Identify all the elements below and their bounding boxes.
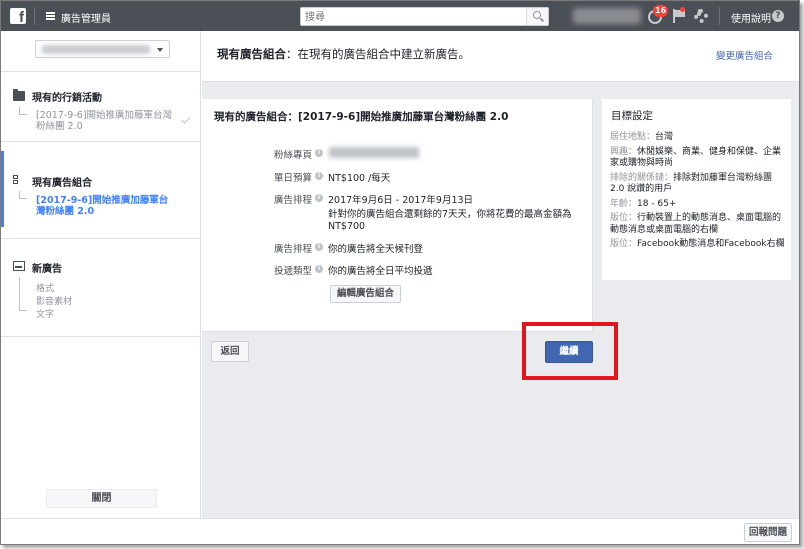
targeting-item: 排除的關係鏈：排除對加藤軍台灣粉絲團 2.0 說讚的用戶 [610, 172, 773, 195]
sidebar-divider [1, 336, 200, 337]
targeting-list: 居住地點：台灣 興趣：休閒娛樂、商業、健身和保健、企業家或購物與時尚 排除的關係… [610, 132, 786, 254]
notification-count-badge: 16 [653, 5, 669, 17]
targeting-panel: 目標設定 居住地點：台灣 興趣：休閒娛樂、商業、健身和保健、企業家或購物與時尚 … [602, 99, 791, 280]
app-window: f 廣告管理員 16 使用說明 ? 現有的行銷活動 [0, 0, 800, 545]
page-title-rest: ：在現有的廣告組合中建立新廣告。 [286, 47, 470, 61]
sidebar-section-campaign[interactable]: 現有的行銷活動 [32, 89, 102, 104]
account-name-blurred[interactable] [573, 8, 641, 24]
sidebar: 現有的行銷活動 [2017-9-6]開始推廣加藤軍台灣粉絲團 2.0 現有廣告組… [1, 31, 201, 518]
flag-icon[interactable] [673, 7, 685, 23]
schedule-value: 2017年9月6日 - 2017年9月13日 [328, 195, 474, 206]
info-icon[interactable]: i [315, 194, 323, 202]
sidebar-section-adset[interactable]: 現有廣告組合 [32, 174, 92, 189]
delivery-label: 廣告排程 [273, 244, 312, 255]
schedule-label: 廣告排程 [273, 195, 312, 206]
sidebar-subitem-format[interactable]: 格式 [36, 281, 54, 294]
topbar-divider [34, 7, 35, 25]
help-icon[interactable]: ? [772, 10, 784, 22]
sidebar-item-campaign[interactable]: [2017-9-6]開始推廣加藤軍台灣粉絲團 2.0 [36, 110, 176, 132]
page-title: 現有廣告組合：在現有的廣告組合中建立新廣告。 [217, 46, 470, 62]
report-problem-button[interactable]: 回報問題 [744, 523, 792, 542]
sidebar-divider [1, 238, 200, 239]
change-adset-link[interactable]: 變更廣告組合 [716, 48, 773, 62]
fanpage-value-blurred [329, 147, 419, 158]
pacing-value: 你的廣告將全日平均投遞 [328, 266, 433, 277]
sidebar-subitem-media[interactable]: 影音素材 [36, 294, 72, 307]
targeting-title: 目標設定 [611, 110, 653, 122]
edit-adset-button[interactable]: 編輯廣告組合 [330, 285, 402, 303]
ad-account-name-blurred [42, 45, 150, 54]
sidebar-divider [1, 71, 200, 72]
targeting-item: 年齡：18 - 65+ [610, 198, 677, 209]
annotation-highlight-box [522, 322, 618, 380]
facebook-logo-icon[interactable]: f [10, 8, 26, 24]
tree-connector [19, 277, 27, 311]
sidebar-subitem-text[interactable]: 文字 [36, 307, 54, 320]
back-button[interactable]: 返回 [211, 341, 249, 362]
help-link[interactable]: 使用說明 [731, 10, 771, 25]
chevron-down-icon [157, 48, 163, 52]
sidebar-divider [1, 141, 200, 142]
targeting-item: 版位：行動裝置上的動態消息、桌面電腦的動態消息或桌面電腦的右欄 [610, 213, 782, 235]
top-bar: f 廣告管理員 16 使用說明 ? [1, 1, 799, 31]
info-icon[interactable]: i [315, 149, 323, 157]
app-title[interactable]: 廣告管理員 [61, 10, 111, 25]
adset-summary-card: 現有的廣告組合：[2017-9-6]開始推廣加藤軍台灣粉絲團 2.0 粉絲專頁 … [202, 99, 593, 332]
sidebar-item-adset[interactable]: [2017-9-6]開始推廣加藤軍台灣粉絲團 2.0 [36, 195, 176, 217]
adset-card-title: 現有的廣告組合：[2017-9-6]開始推廣加藤軍台灣粉絲團 2.0 [214, 111, 509, 123]
search-button[interactable] [526, 8, 548, 25]
main-header: 現有廣告組合：在現有的廣告組合中建立新廣告。 變更廣告組合 [202, 31, 799, 82]
targeting-item: 居住地點：台灣 [610, 132, 674, 142]
info-icon[interactable]: i [315, 243, 323, 251]
gear-icon[interactable] [694, 9, 708, 23]
bottom-bar: 回報問題 [1, 518, 799, 544]
search-icon [533, 11, 541, 19]
new-ad-icon [13, 261, 25, 271]
delivery-value: 你的廣告將全天候刊登 [328, 244, 424, 255]
main-panel: 現有廣告組合：在現有的廣告組合中建立新廣告。 變更廣告組合 現有的廣告組合：[2… [202, 31, 799, 518]
sidebar-section-new-ad[interactable]: 新廣告 [32, 260, 62, 275]
check-icon [180, 114, 191, 124]
hamburger-menu-icon[interactable] [46, 12, 55, 20]
topbar-divider [719, 7, 720, 25]
page-title-bold: 現有廣告組合 [217, 47, 286, 61]
adset-grid-icon [13, 175, 25, 185]
search-input[interactable] [305, 10, 525, 24]
targeting-item: 興趣：休閒娛樂、商業、健身和保健、企業家或購物與時尚 [610, 146, 782, 169]
targeting-item: 版位：Facebook動態消息和Facebook右欄 [610, 239, 785, 249]
active-section-indicator [1, 151, 4, 227]
fanpage-label: 粉絲專頁 [273, 150, 312, 161]
info-icon[interactable]: i [315, 265, 323, 273]
search-box[interactable] [300, 7, 549, 26]
tree-connector [19, 191, 27, 199]
budget-value: NT$100 /每天 [328, 173, 391, 184]
flag-alert-dot [680, 7, 685, 12]
schedule-note: 針對你的廣告組合還剩餘的7天天，你將花費的最高金額為 NT$700 [328, 209, 572, 232]
pacing-label: 投遞類型 [273, 266, 312, 277]
ad-account-select[interactable] [35, 40, 170, 58]
info-icon[interactable]: i [315, 172, 323, 180]
tree-connector [19, 107, 27, 115]
folder-icon [13, 89, 25, 101]
budget-label: 單日預算 [273, 173, 312, 184]
close-button[interactable]: 關閉 [46, 489, 157, 508]
